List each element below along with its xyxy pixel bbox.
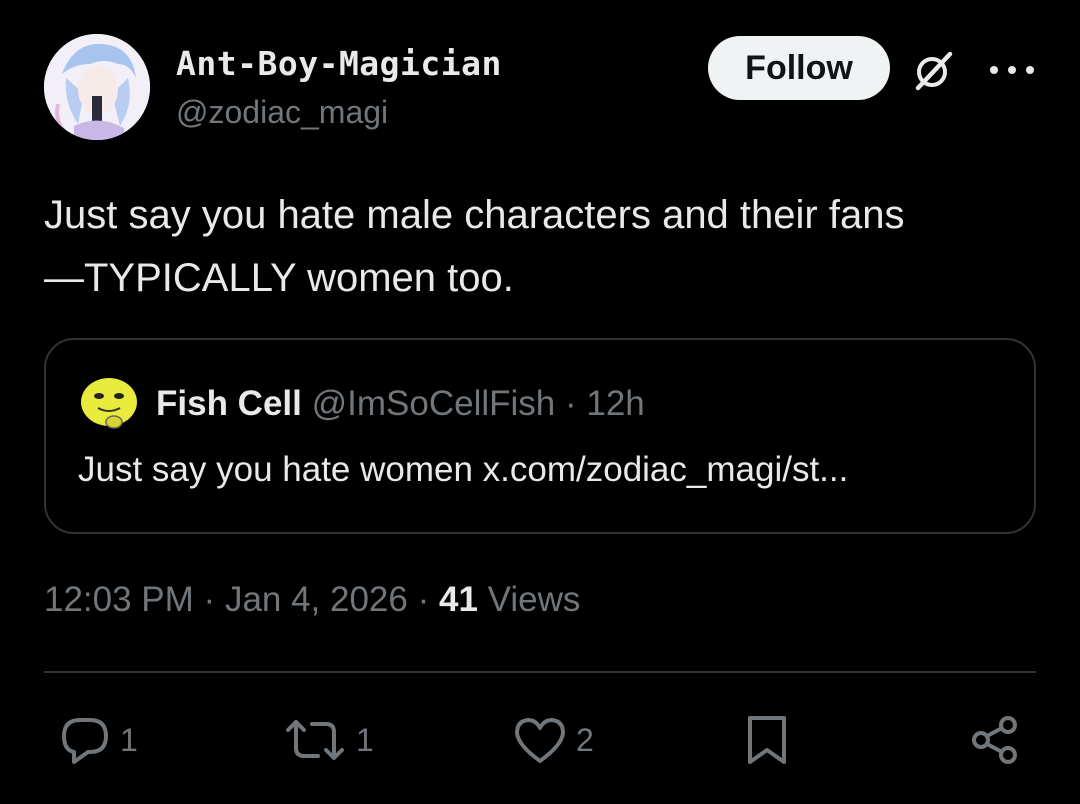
separator: · — [203, 580, 216, 619]
action-bar: 1 1 2 — [0, 700, 1080, 780]
share-icon — [972, 716, 1017, 764]
quoted-tweet-time[interactable]: 12h — [586, 384, 644, 423]
divider — [44, 671, 1036, 673]
tweet-date[interactable]: Jan 4, 2026 — [225, 580, 408, 619]
like-button[interactable]: 2 — [512, 700, 594, 780]
quoted-tweet-meta: Fish Cell @ImSoCellFish · 12h — [156, 384, 645, 424]
reply-button[interactable]: 1 — [58, 700, 138, 780]
tweet-header: Ant-Boy-Magician @zodiac_magi Follow — [44, 34, 1044, 144]
tweet-time[interactable]: 12:03 PM — [44, 580, 194, 619]
more-icon[interactable] — [990, 50, 1034, 90]
tweet-text-line: —TYPICALLY women too. — [44, 256, 514, 300]
like-icon — [515, 718, 565, 763]
quoted-author-avatar[interactable] — [78, 372, 140, 434]
repost-icon — [286, 720, 344, 760]
tweet-text: Just say you hate male characters and th… — [44, 184, 1044, 310]
bookmark-button[interactable] — [744, 700, 790, 780]
like-count: 2 — [576, 721, 594, 758]
quoted-tweet-text: Just say you hate women x.com/zodiac_mag… — [78, 450, 849, 489]
author-avatar[interactable] — [44, 34, 150, 140]
author-handle[interactable]: @zodiac_magi — [176, 94, 388, 131]
follow-button[interactable]: Follow — [708, 36, 890, 100]
bookmark-icon — [748, 716, 786, 764]
repost-count: 1 — [356, 721, 374, 758]
quoted-author-name[interactable]: Fish Cell — [156, 384, 302, 423]
share-button[interactable] — [968, 700, 1022, 780]
quoted-author-handle[interactable]: @ImSoCellFish — [312, 384, 556, 423]
author-display-name[interactable]: Ant-Boy-Magician — [176, 44, 502, 83]
tweet-text-line: Just say you hate male characters and th… — [44, 193, 905, 237]
views-label: Views — [487, 580, 581, 619]
views-count: 41 — [439, 580, 478, 619]
tweet-meta: 12:03 PM · Jan 4, 2026 · 41 Views — [44, 580, 580, 620]
reply-icon — [62, 718, 108, 764]
separator: · — [564, 384, 577, 423]
separator: · — [417, 580, 430, 619]
quoted-tweet[interactable]: Fish Cell @ImSoCellFish · 12h Just say y… — [44, 338, 1036, 534]
grok-icon[interactable] — [910, 46, 958, 94]
repost-button[interactable]: 1 — [282, 700, 374, 780]
reply-count: 1 — [120, 721, 138, 758]
